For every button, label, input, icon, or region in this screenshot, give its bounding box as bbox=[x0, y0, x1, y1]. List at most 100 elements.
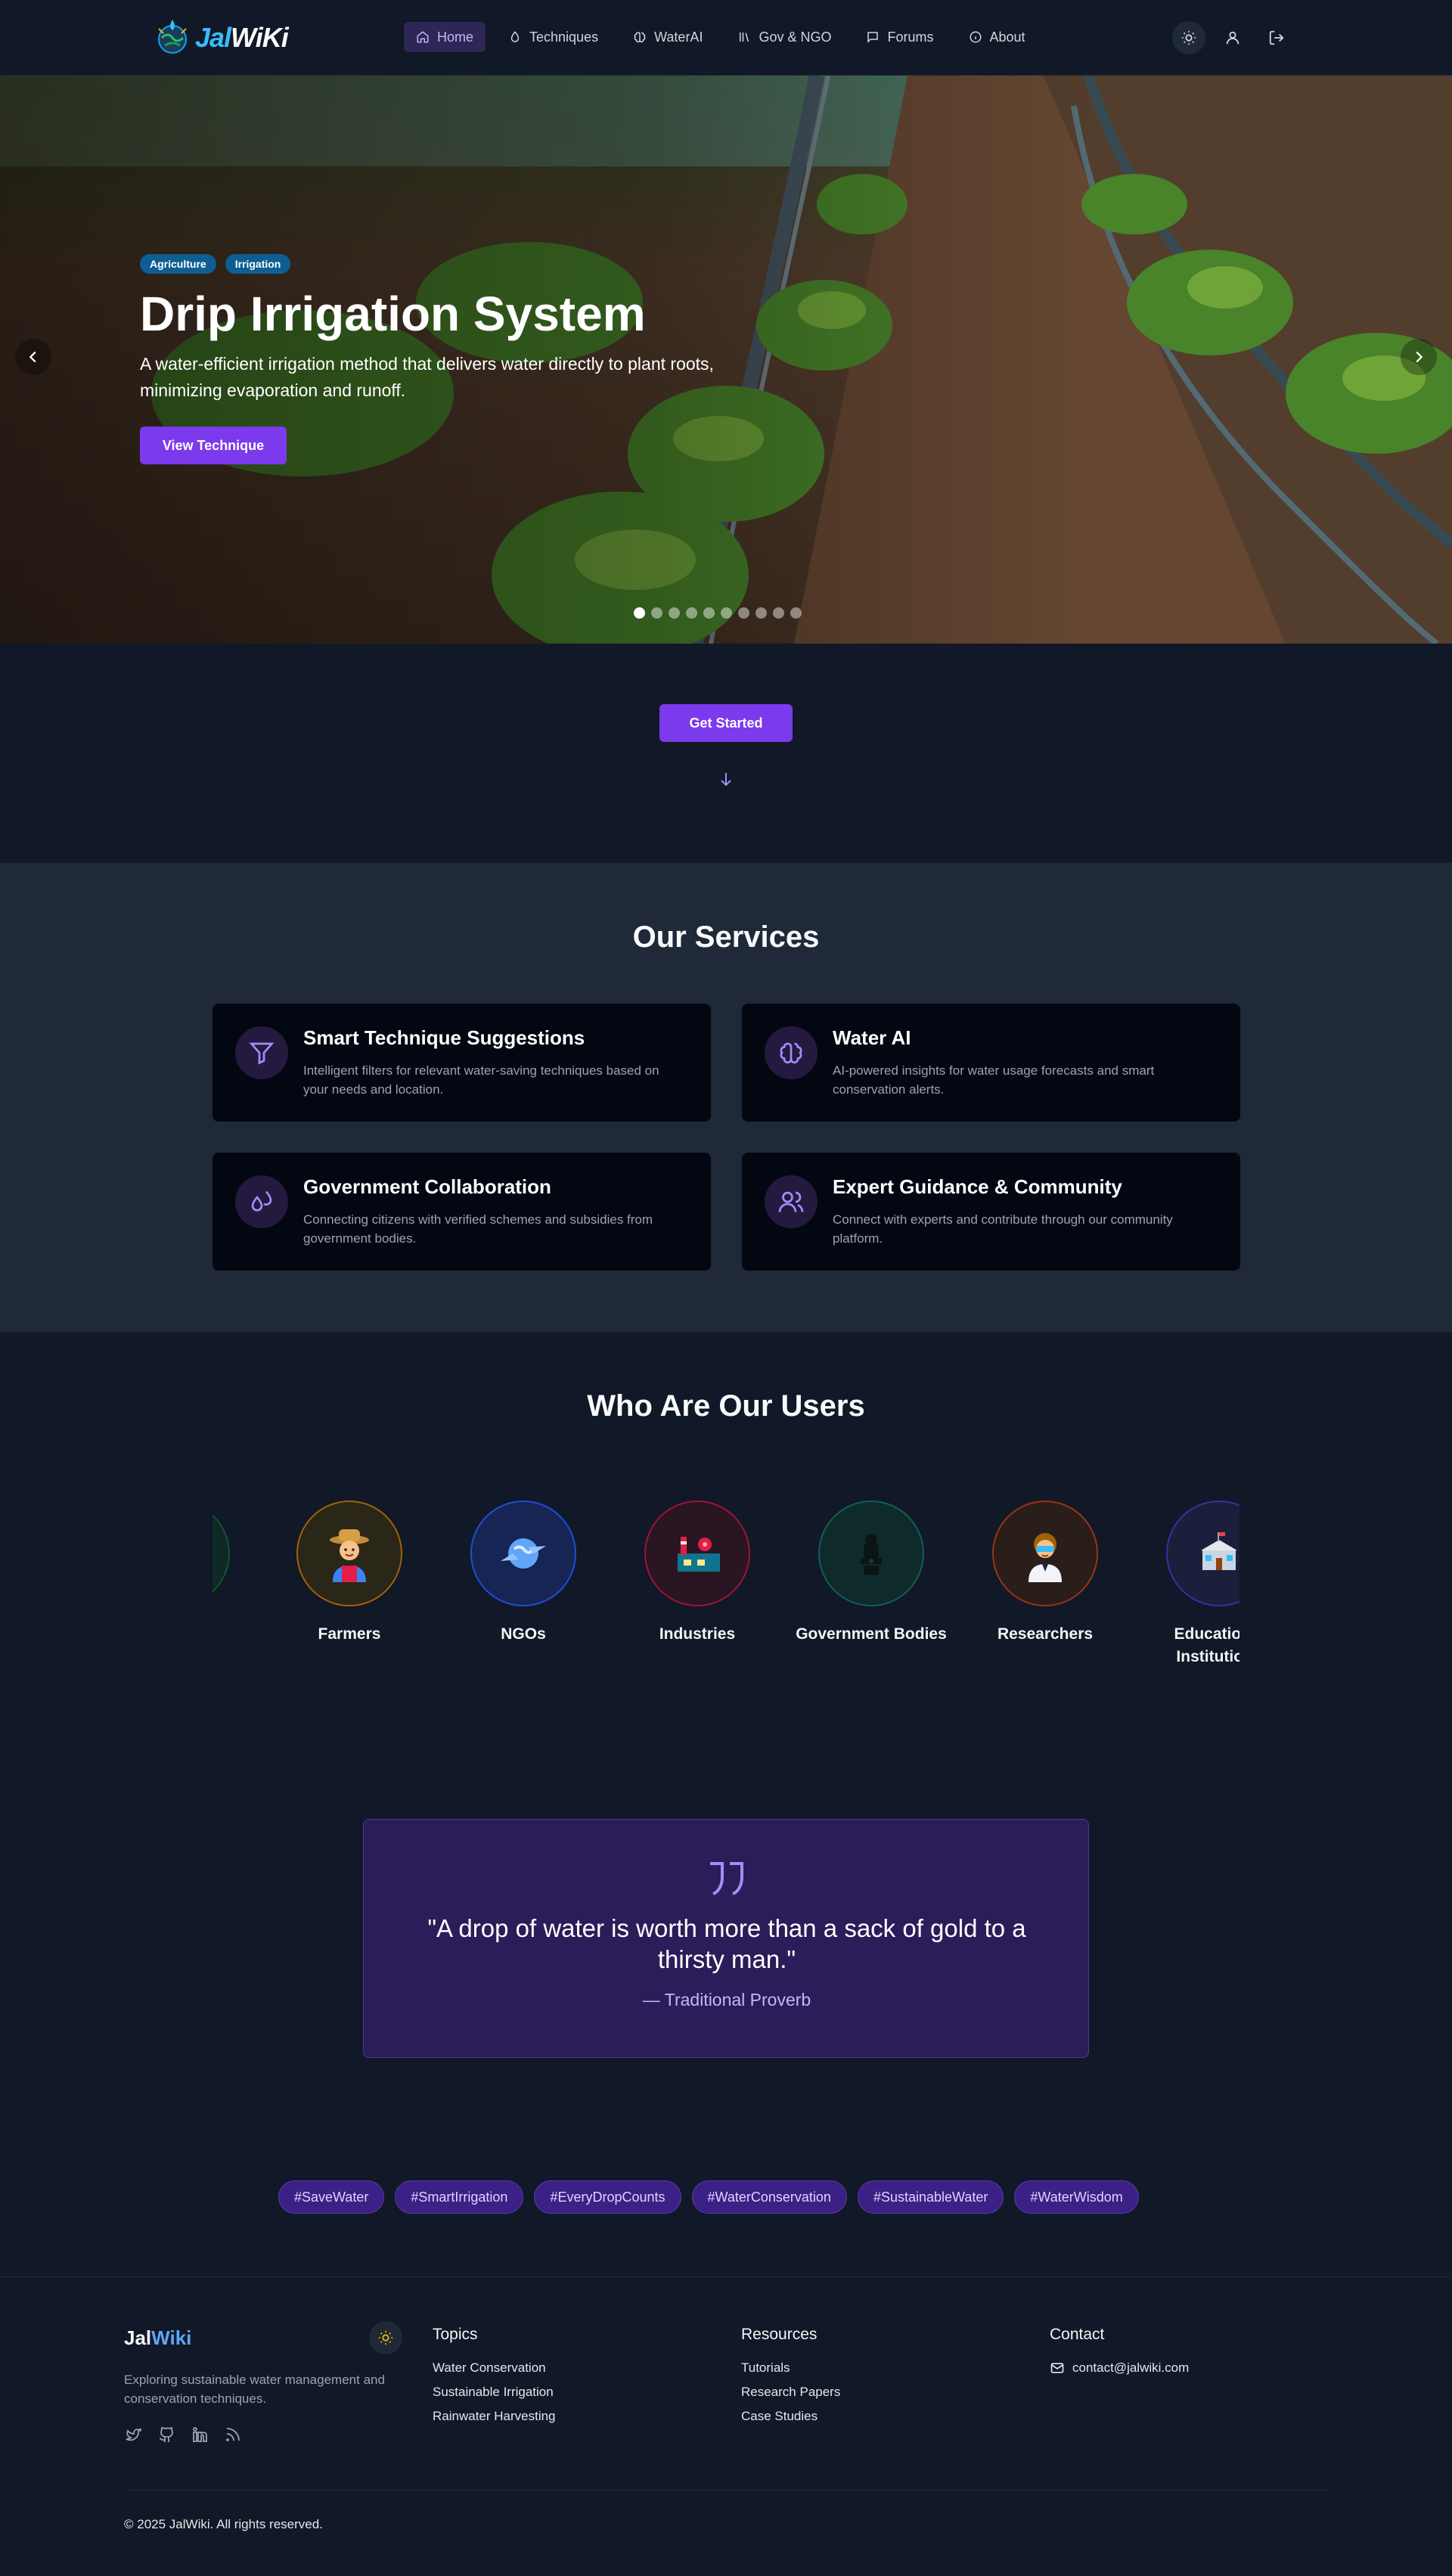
users-carousel[interactable]: ls Farmers bbox=[213, 1501, 1239, 1697]
hashtag-chip[interactable]: #WaterWisdom bbox=[1014, 2180, 1139, 2214]
hashtag-chip[interactable]: #WaterConservation bbox=[691, 2180, 847, 2214]
droplet-icon bbox=[510, 31, 520, 42]
twitter-icon[interactable] bbox=[124, 2425, 142, 2444]
footer-link[interactable]: Rainwater Harvesting bbox=[433, 2409, 556, 2424]
user-item[interactable]: Farmers bbox=[262, 1501, 436, 1646]
quote-author: — Traditional Proverb bbox=[642, 1990, 811, 2010]
hashtag-list: #SaveWater #SmartIrrigation #EveryDropCo… bbox=[278, 2180, 1139, 2214]
carousel-dot[interactable] bbox=[669, 607, 680, 619]
hashtag-chip[interactable]: #SustainableWater bbox=[857, 2180, 1004, 2214]
carousel-dot[interactable] bbox=[755, 607, 767, 619]
user-item[interactable]: Educational Institutions bbox=[1132, 1501, 1239, 1668]
rss-icon[interactable] bbox=[224, 2425, 242, 2444]
carousel-dot[interactable] bbox=[686, 607, 697, 619]
user-item[interactable]: Industries bbox=[610, 1501, 784, 1646]
hero-tags: Agriculture Irrigation bbox=[140, 254, 291, 274]
footer-link[interactable]: Tutorials bbox=[741, 2360, 840, 2376]
user-icon bbox=[1226, 31, 1239, 45]
linkedin-icon[interactable] bbox=[191, 2425, 209, 2444]
info-icon bbox=[970, 31, 981, 43]
library-icon bbox=[740, 33, 749, 42]
footer-link[interactable]: Sustainable Irrigation bbox=[433, 2385, 556, 2400]
footer-contact: Contact contact@jalwiki.com bbox=[1050, 2326, 1189, 2376]
carousel-dot[interactable] bbox=[721, 607, 732, 619]
service-card[interactable]: Expert Guidance & Community Connect with… bbox=[742, 1153, 1240, 1271]
carousel-prev-button[interactable] bbox=[15, 339, 51, 375]
logo[interactable]: JalWiKi bbox=[154, 15, 289, 61]
quote-card: "A drop of water is worth more than a sa… bbox=[363, 1819, 1089, 2058]
carousel-next-button[interactable] bbox=[1401, 339, 1437, 375]
footer-link[interactable]: Water Conservation bbox=[433, 2360, 556, 2376]
brain-icon bbox=[634, 32, 646, 43]
nav-gov-ngo[interactable]: Gov & NGO bbox=[725, 22, 843, 52]
tag-agriculture[interactable]: Agriculture bbox=[140, 254, 216, 274]
profile-button[interactable] bbox=[1216, 21, 1249, 54]
hashtag-chip[interactable]: #EveryDropCounts bbox=[534, 2180, 681, 2214]
nav-home[interactable]: Home bbox=[404, 22, 486, 52]
theme-toggle-button[interactable] bbox=[1172, 21, 1205, 54]
view-technique-button[interactable]: View Technique bbox=[140, 427, 287, 464]
contact-email: contact@jalwiki.com bbox=[1072, 2360, 1190, 2375]
service-card[interactable]: Government Collaboration Connecting citi… bbox=[213, 1153, 711, 1271]
service-icon-wrap bbox=[235, 1175, 288, 1228]
filter-icon bbox=[249, 1042, 275, 1065]
nav-forums-label: Forums bbox=[887, 29, 934, 45]
farmer-icon bbox=[330, 1529, 369, 1582]
service-desc: Intelligent filters for relevant water-s… bbox=[303, 1063, 659, 1097]
footer-logo[interactable]: JalWiki bbox=[124, 2326, 191, 2350]
user-avatar bbox=[1166, 1501, 1239, 1606]
footer-theme-toggle[interactable] bbox=[369, 2321, 402, 2354]
service-icon-wrap bbox=[235, 1026, 288, 1079]
sun-icon bbox=[1181, 30, 1196, 45]
hero-title: Drip Irrigation System bbox=[140, 287, 646, 341]
service-card[interactable]: Smart Technique Suggestions Intelligent … bbox=[213, 1004, 711, 1122]
user-item[interactable]: ls bbox=[213, 1501, 264, 1646]
carousel-dot[interactable] bbox=[790, 607, 802, 619]
nav-techniques-label: Techniques bbox=[529, 29, 599, 45]
user-item[interactable]: Government Bodies bbox=[784, 1501, 958, 1646]
carousel-dot[interactable] bbox=[703, 607, 715, 619]
user-name: Industries bbox=[659, 1625, 736, 1643]
resources-heading: Resources bbox=[741, 2326, 818, 2343]
hashtag-chip[interactable]: #SaveWater bbox=[278, 2180, 385, 2214]
user-avatar bbox=[818, 1501, 924, 1606]
nav-techniques[interactable]: Techniques bbox=[496, 22, 610, 52]
nav-about[interactable]: About bbox=[957, 22, 1038, 52]
brain-icon bbox=[780, 1042, 802, 1064]
logout-button[interactable] bbox=[1260, 21, 1293, 54]
footer-link[interactable]: Case Studies bbox=[741, 2409, 840, 2424]
user-avatar bbox=[644, 1501, 750, 1606]
arrow-down-icon[interactable] bbox=[717, 770, 735, 788]
carousel-dot[interactable] bbox=[651, 607, 662, 619]
user-item[interactable]: NGOs bbox=[436, 1501, 610, 1646]
user-avatar bbox=[470, 1501, 576, 1606]
user-name: Researchers bbox=[997, 1625, 1094, 1643]
quote-text: "A drop of water is worth more than a sa… bbox=[427, 1914, 1026, 1973]
nav-forums[interactable]: Forums bbox=[854, 22, 945, 52]
hashtag-chip[interactable]: #SmartIrrigation bbox=[395, 2180, 524, 2214]
quote-icon bbox=[710, 1862, 743, 1895]
nav-home-label: Home bbox=[437, 29, 474, 45]
footer-description: Exploring sustainable water management a… bbox=[124, 2373, 385, 2406]
service-title: Expert Guidance & Community bbox=[833, 1175, 1122, 1198]
user-item[interactable]: Researchers bbox=[958, 1501, 1132, 1646]
chevron-left-icon bbox=[29, 351, 36, 363]
service-title: Water AI bbox=[833, 1026, 911, 1049]
get-started-button[interactable]: Get Started bbox=[659, 704, 793, 742]
contact-email-link[interactable]: contact@jalwiki.com bbox=[1050, 2360, 1189, 2376]
tag-irrigation[interactable]: Irrigation bbox=[225, 254, 291, 274]
user-name: Government Bodies bbox=[796, 1625, 947, 1643]
footer-link[interactable]: Research Papers bbox=[741, 2385, 840, 2400]
footer: JalWiki Exploring sustainable water mana… bbox=[0, 2277, 1452, 2576]
github-icon[interactable] bbox=[157, 2425, 175, 2444]
carousel-dot[interactable] bbox=[738, 607, 749, 619]
mail-icon bbox=[1050, 2363, 1064, 2373]
user-name: ls bbox=[213, 1623, 264, 1646]
carousel-dot[interactable] bbox=[634, 607, 645, 619]
service-card[interactable]: Water AI AI-powered insights for water u… bbox=[742, 1004, 1240, 1122]
carousel-dot[interactable] bbox=[773, 607, 784, 619]
hero-description: A water-efficient irrigation method that… bbox=[140, 354, 714, 400]
carousel-indicators bbox=[634, 607, 802, 619]
nav-waterai[interactable]: WaterAI bbox=[621, 22, 715, 52]
message-icon bbox=[867, 32, 879, 43]
